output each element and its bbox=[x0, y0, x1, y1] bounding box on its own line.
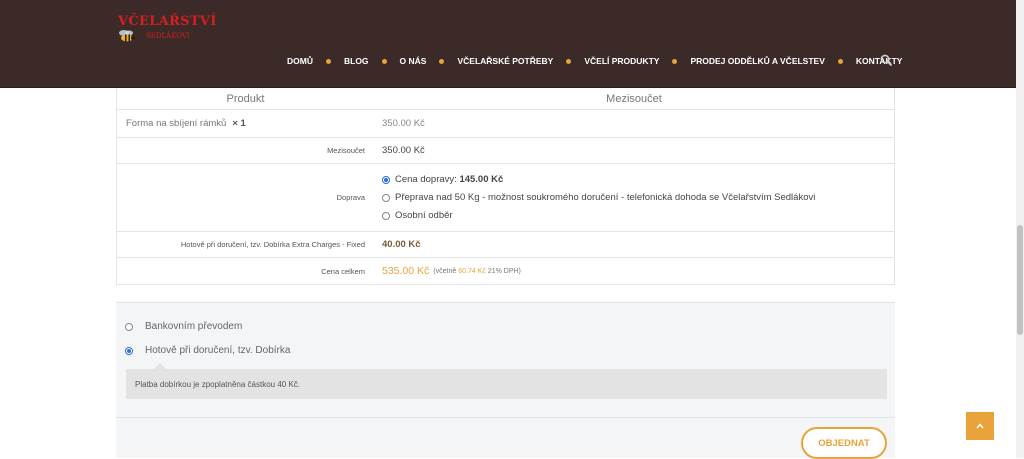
total-tax-note: (včetně 60.74 Kč 21% DPH) bbox=[433, 268, 521, 275]
logo-subtitle: SEDLÁKOVI bbox=[146, 32, 190, 40]
fee-row: Hotově při doručení, tzv. Dobírka Extra … bbox=[117, 232, 894, 258]
tax-amount: 60.74 Kč bbox=[458, 267, 486, 275]
item-name: Forma na sbíjení rámků bbox=[126, 118, 227, 129]
payment-option-label: Bankovním převodem bbox=[145, 321, 243, 332]
fee-label: Hotově při doručení, tzv. Dobírka Extra … bbox=[180, 240, 365, 249]
shipping-row: Doprava Cena dopravy: 145.00 Kč Přeprava… bbox=[117, 164, 894, 232]
nav-item-vcelarske-potreby[interactable]: VČELAŘSKÉ POTŘEBY bbox=[457, 56, 553, 66]
item-quantity: × 1 bbox=[232, 118, 246, 129]
item-price: 350.00 Kč bbox=[382, 118, 425, 129]
nav-separator bbox=[381, 58, 387, 64]
payment-option-cod[interactable]: Hotově při doručení, tzv. Dobírka bbox=[125, 345, 290, 356]
payment-option-bank[interactable]: Bankovním převodem bbox=[125, 321, 242, 332]
search-icon[interactable] bbox=[880, 54, 892, 66]
nav-separator bbox=[566, 58, 572, 64]
main-nav: DOMŮ BLOG O NÁS VČELAŘSKÉ POTŘEBY VČELÍ … bbox=[287, 54, 902, 68]
shipping-radio-pickup[interactable] bbox=[382, 211, 390, 220]
item-cell: Forma na sbíjení rámků × 1 bbox=[117, 110, 374, 137]
subtotal-value: 350.00 Kč bbox=[382, 145, 425, 156]
nav-item-prodej-oddelku[interactable]: PRODEJ ODDĚLKŮ A VČELSTEV bbox=[690, 56, 824, 66]
nav-item-blog[interactable]: BLOG bbox=[344, 56, 369, 66]
subtotal-label: Mezisoučet bbox=[327, 146, 365, 155]
shipping-option-label: Osobní odběr bbox=[395, 210, 453, 221]
tax-note-prefix: (včetně bbox=[433, 267, 457, 275]
divider bbox=[116, 417, 895, 418]
header-product: Produkt bbox=[226, 92, 265, 105]
logo-title: VČELAŘSTVÍ bbox=[118, 14, 217, 29]
payment-description: Platba dobírkou je zpoplatněna částkou 4… bbox=[126, 363, 887, 399]
total-row: Cena celkem 535.00 Kč (včetně 60.74 Kč 2… bbox=[117, 258, 894, 284]
nav-item-o-nas[interactable]: O NÁS bbox=[400, 56, 427, 66]
bee-icon bbox=[119, 30, 135, 42]
site-header: VČELAŘSTVÍ SEDLÁKOVI DOMŮ BLOG O NÁS VČE… bbox=[0, 0, 1016, 88]
order-review-table: Produkt Mezisoučet Forma na sbíjení rámk… bbox=[116, 88, 895, 285]
payment-methods: Bankovním převodem Hotově při doručení, … bbox=[116, 302, 895, 458]
shipping-radio-standard[interactable] bbox=[382, 175, 390, 184]
nav-item-domu[interactable]: DOMŮ bbox=[287, 56, 313, 66]
scrollbar-thumb[interactable] bbox=[1017, 225, 1023, 335]
subtotal-row: Mezisoučet 350.00 Kč bbox=[117, 138, 894, 164]
nav-separator bbox=[325, 58, 331, 64]
table-row: Forma na sbíjení rámků × 1 350.00 Kč bbox=[117, 110, 894, 138]
scroll-to-top-button[interactable] bbox=[966, 412, 994, 440]
payment-radio-cod[interactable] bbox=[125, 346, 133, 355]
shipping-option-heavy[interactable]: Přeprava nad 50 Kg - možnost soukromého … bbox=[382, 192, 815, 203]
chevron-up-icon bbox=[976, 423, 984, 429]
nav-separator bbox=[672, 58, 678, 64]
nav-item-vceli-produkty[interactable]: VČELÍ PRODUKTY bbox=[584, 56, 659, 66]
payment-radio-bank[interactable] bbox=[125, 322, 133, 331]
nav-separator bbox=[837, 58, 843, 64]
scrollbar[interactable] bbox=[1016, 0, 1024, 458]
table-header-row: Produkt Mezisoučet bbox=[117, 88, 894, 110]
shipping-option-label: Přeprava nad 50 Kg - možnost soukromého … bbox=[395, 192, 816, 203]
site-logo[interactable]: VČELAŘSTVÍ SEDLÁKOVI bbox=[114, 12, 216, 48]
shipping-option-standard[interactable]: Cena dopravy: 145.00 Kč bbox=[382, 174, 815, 185]
total-value: 535.00 Kč bbox=[382, 265, 430, 277]
tax-note-suffix: 21% DPH) bbox=[487, 267, 521, 275]
shipping-radio-heavy[interactable] bbox=[382, 193, 390, 202]
fee-value: 40.00 Kč bbox=[382, 239, 421, 250]
place-order-button[interactable]: OBJEDNAT bbox=[801, 427, 887, 459]
payment-option-label: Hotově při doručení, tzv. Dobírka bbox=[145, 345, 291, 356]
shipping-label: Doprava bbox=[336, 193, 365, 202]
total-label: Cena celkem bbox=[321, 266, 365, 276]
shipping-option-pickup[interactable]: Osobní odběr bbox=[382, 210, 815, 221]
shipping-option-label: Cena dopravy: bbox=[395, 174, 457, 185]
shipping-option-price: 145.00 Kč bbox=[459, 174, 504, 185]
nav-separator bbox=[439, 58, 445, 64]
shipping-options: Cena dopravy: 145.00 Kč Přeprava nad 50 … bbox=[374, 164, 894, 231]
header-subtotal: Mezisoučet bbox=[606, 92, 662, 105]
